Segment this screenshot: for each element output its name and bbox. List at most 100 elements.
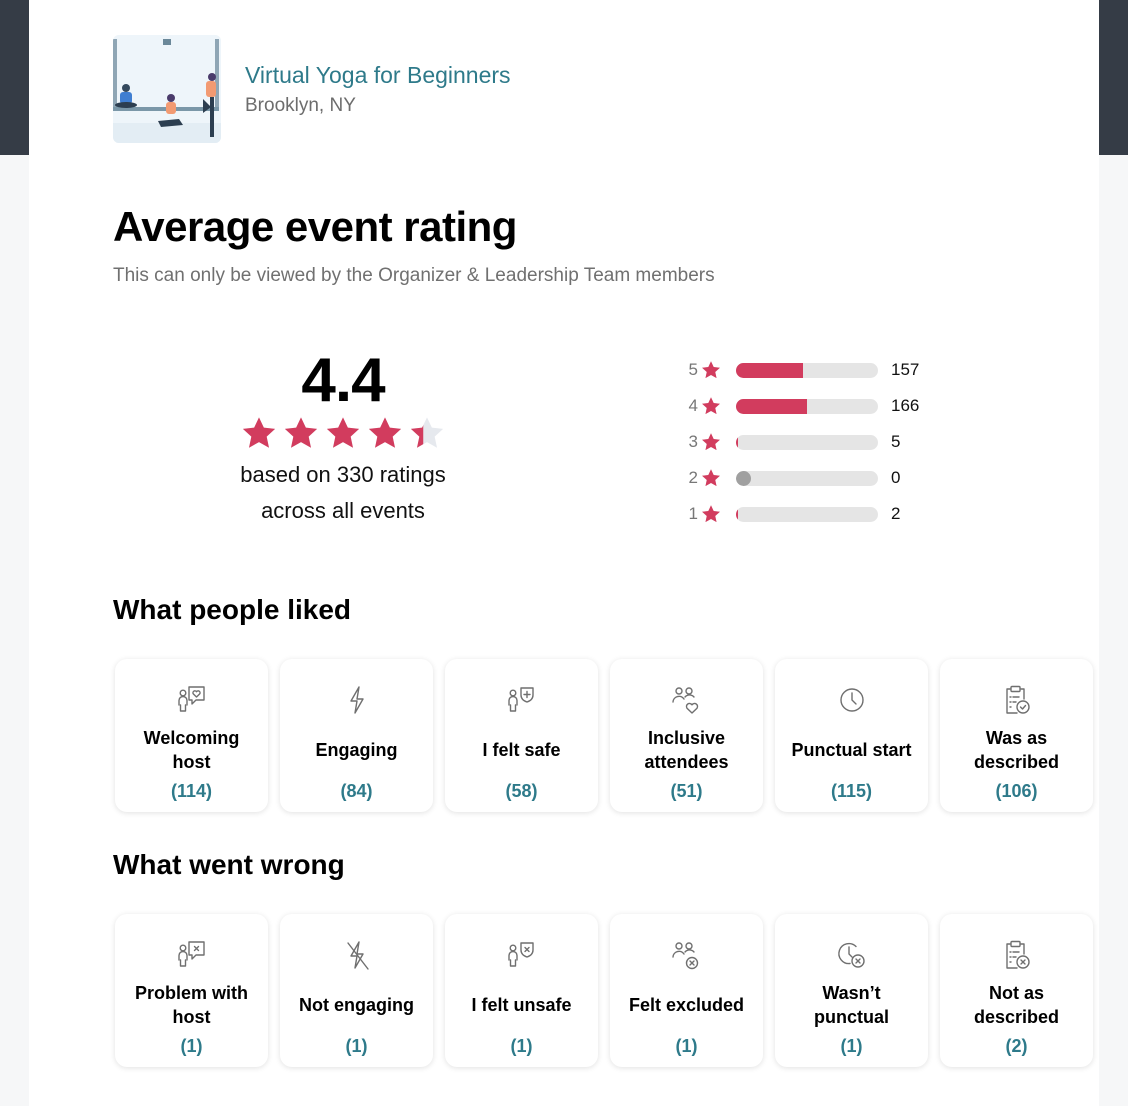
page-title: Average event rating [113,203,517,250]
rating-bar [736,506,878,522]
liked-section-title: What people liked [113,594,352,625]
liked-card[interactable]: Was as described (106) [940,659,1093,812]
card-count: (1) [180,1036,203,1056]
rating-count: 157 [891,360,920,379]
wrong-card[interactable]: Not as described (2) [940,914,1093,1067]
rating-distribution: 5 157 4 166 3 5 2 0 1 2 [684,352,920,532]
liked-card[interactable]: Welcoming host (114) [115,659,268,812]
wrong-card[interactable]: Felt excluded (1) [610,914,763,1067]
card-count: (84) [340,781,373,801]
star-icon [702,505,720,523]
card-label: Engaging [315,740,398,760]
rating-bar-empty-marker [736,470,751,486]
wrong-card[interactable]: I felt unsafe (1) [445,914,598,1067]
liked-card[interactable]: Inclusive attendees (51) [610,659,763,812]
rating-bar [736,434,878,450]
rating-bar [736,470,878,486]
star-level-label: 3 [688,432,698,451]
average-rating-stars [213,415,473,451]
wrong-card[interactable]: Wasn’t punctual (1) [775,914,928,1067]
people-x-icon [671,942,698,970]
card-count: (1) [840,1036,863,1056]
rating-bar [736,398,878,414]
card-label: Felt excluded [628,995,745,1015]
star-level-label: 5 [688,360,698,379]
card-count: (1) [675,1036,698,1056]
rating-distribution-row: 12 [684,496,919,532]
rating-bar-fill [736,506,739,522]
event-thumbnail[interactable] [113,35,221,143]
rating-count-caption: based on 330 ratings [240,462,446,487]
card-count: (1) [510,1036,533,1056]
person-speech-heart-icon [177,686,205,712]
average-rating-value: 4.4 [301,346,385,415]
star-filled-icon [242,417,276,448]
liked-card[interactable]: Punctual start (115) [775,659,928,812]
yoga-illustration-icon [113,35,221,143]
star-level-label: 4 [688,396,698,415]
rating-count: 5 [891,432,901,451]
card-label: Not as described [973,983,1060,1027]
card-label: Inclusive attendees [644,728,729,772]
card-label: Was as described [973,728,1060,772]
liked-cards: Welcoming host (114) Engaging (84) I felt sa… [115,659,1093,812]
card-count: (51) [670,781,703,801]
star-icon [702,361,720,379]
people-heart-icon [671,687,698,714]
event-location: Brooklyn, NY [245,94,356,116]
rating-scope-caption: across all events [261,498,425,523]
clipboard-check-icon [1005,685,1030,714]
star-filled-icon [368,417,402,448]
rating-bar-fill [736,434,739,450]
star-filled-icon [326,417,360,448]
lightning-icon [349,686,364,714]
card-count: (106) [995,781,1038,801]
wrong-card[interactable]: Problem with host (1) [115,914,268,1067]
card-label: Welcoming host [143,728,240,772]
card-label: Wasn’t punctual [814,983,889,1027]
card-label: I felt unsafe [471,995,572,1015]
wrong-card[interactable]: Not engaging (1) [280,914,433,1067]
lightning-off-icon [346,941,369,970]
rating-count: 166 [891,396,920,415]
rating-bar-fill [736,362,803,378]
card-label: Problem with host [134,983,248,1027]
star-partial-icon [410,417,444,448]
card-count: (114) [170,781,213,801]
rating-distribution-row: 35 [684,424,919,460]
person-shield-plus-icon [507,687,534,712]
rating-bar-fill [736,398,807,414]
card-label: Not engaging [299,995,414,1015]
card-count: (58) [505,781,538,801]
rating-count: 0 [891,468,901,487]
rating-distribution-row: 4 166 [684,388,920,424]
card-count: (115) [830,781,873,801]
clock-icon [839,688,864,712]
star-level-label: 1 [688,504,698,523]
ratings-panel: Virtual Yoga for Beginners Brooklyn, NY … [29,0,1099,1106]
rating-count: 2 [891,504,901,523]
card-label: I felt safe [482,740,561,760]
card-label: Punctual start [791,740,912,760]
person-speech-x-icon [177,941,205,967]
page-subtitle: This can only be viewed by the Organizer… [113,265,715,286]
event-title-link[interactable]: Virtual Yoga for Beginners [245,62,511,89]
wrong-section-title: What went wrong [113,849,345,880]
person-shield-x-icon [507,942,534,967]
event-header: Virtual Yoga for Beginners Brooklyn, NY [113,35,511,143]
wrong-cards: Problem with host (1) Not engaging (1) I fel… [115,914,1093,1067]
star-icon [702,469,720,487]
liked-card[interactable]: Engaging (84) [280,659,433,812]
rating-bar [736,362,878,378]
rating-distribution-row: 20 [684,460,919,496]
star-icon [702,397,720,415]
clock-x-icon [837,942,865,968]
clipboard-x-icon [1005,940,1030,969]
card-count: (2) [1005,1036,1028,1056]
star-level-label: 2 [688,468,698,487]
average-rating-summary: 4.4 based on 330 ratings across all even… [213,345,473,529]
liked-card[interactable]: I felt safe (58) [445,659,598,812]
star-filled-icon [284,417,318,448]
card-count: (1) [345,1036,368,1056]
rating-distribution-row: 5 157 [684,352,920,388]
